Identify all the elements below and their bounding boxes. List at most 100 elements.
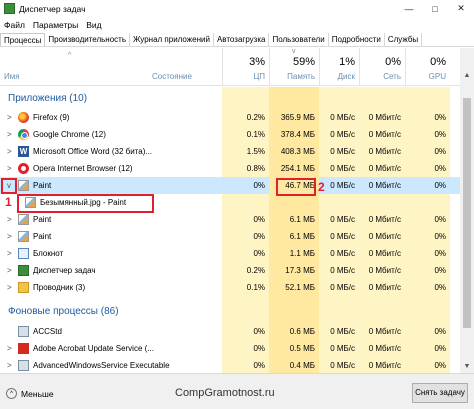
paint-icon [18, 231, 29, 242]
expand-chevron-icon[interactable]: > [7, 143, 15, 160]
table-row[interactable]: > Paint 0% 6.1 МБ 0 МБ/с 0 Мбит/с 0% [0, 211, 460, 228]
expand-chevron-icon[interactable]: > [7, 228, 15, 245]
tab-users[interactable]: Пользователи [269, 33, 329, 46]
table-row[interactable]: > W Microsoft Office Word (32 бита)... 1… [0, 143, 460, 160]
expand-chevron-icon[interactable]: > [7, 357, 15, 373]
cpu-label: ЦП [253, 72, 265, 81]
cpu-value: 0% [253, 249, 265, 258]
expand-chevron-icon[interactable]: > [7, 126, 15, 143]
table-row[interactable]: > Paint 0% 6.1 МБ 0 МБ/с 0 Мбит/с 0% [0, 228, 460, 245]
cpu-value: 0.2% [246, 266, 265, 275]
minimize-button[interactable]: — [396, 0, 422, 17]
cpu-value: 0% [253, 181, 265, 190]
disk-label: Диск [337, 72, 355, 81]
paint-icon [18, 180, 29, 191]
memory-value: 0.4 МБ [289, 361, 315, 370]
network-value: 0 Мбит/с [368, 327, 401, 336]
gpu-value: 0% [434, 147, 446, 156]
scroll-thumb[interactable] [463, 98, 471, 328]
gpu-value: 0% [434, 266, 446, 275]
process-name: AdvancedWindowsService Executable [33, 361, 170, 370]
scroll-down-arrow-icon[interactable]: ▼ [460, 363, 474, 373]
task-manager-icon [4, 3, 15, 14]
gpu-value: 0% [434, 249, 446, 258]
vertical-scrollbar[interactable]: ▲ ▼ [460, 48, 474, 373]
memory-value: 0.6 МБ [289, 327, 315, 336]
memory-value: 52.1 МБ [285, 283, 315, 292]
firefox-icon [18, 112, 29, 123]
table-row[interactable]: ACCStd 0% 0.6 МБ 0 МБ/с 0 Мбит/с 0% [0, 323, 460, 340]
word-icon: W [18, 146, 29, 157]
gpu-value: 0% [434, 232, 446, 241]
column-header-row: ^ Имя Состояние 3% ЦП v 59% Память 1% Ди… [0, 48, 460, 86]
disk-value: 0 МБ/с [330, 283, 355, 292]
tab-bar: Процессы Производительность Журнал прило… [0, 33, 474, 47]
table-row[interactable]: > AdvancedWindowsService Executable 0% 0… [0, 357, 460, 373]
column-disk[interactable]: 1% Диск [319, 48, 359, 86]
collapse-chevron-icon[interactable]: v [7, 177, 15, 194]
table-row[interactable]: > Opera Internet Browser (12) 0.8% 254.1… [0, 160, 460, 177]
cpu-value: 0.1% [246, 283, 265, 292]
annotation-label-1: 1 [5, 195, 12, 209]
process-name: Adobe Acrobat Update Service (... [33, 344, 154, 353]
cpu-value: 0% [253, 344, 265, 353]
menu-options[interactable]: Параметры [33, 20, 78, 30]
paint-icon [25, 197, 36, 208]
gpu-value: 0% [434, 361, 446, 370]
process-list: Приложения (10) > Firefox (9) 0.2% 365.9… [0, 87, 460, 373]
end-task-button[interactable]: Снять задачу [412, 383, 468, 403]
table-row[interactable]: > Firefox (9) 0.2% 365.9 МБ 0 МБ/с 0 Мби… [0, 109, 460, 126]
gpu-value: 0% [434, 215, 446, 224]
column-name[interactable]: Имя [4, 72, 20, 81]
tab-details[interactable]: Подробности [329, 33, 385, 46]
disk-value: 0 МБ/с [330, 147, 355, 156]
tab-startup[interactable]: Автозагрузка [214, 33, 270, 46]
memory-value: 1.1 МБ [289, 249, 315, 258]
column-cpu[interactable]: 3% ЦП [222, 48, 269, 86]
table-row[interactable]: > Диспетчер задач 0.2% 17.3 МБ 0 МБ/с 0 … [0, 262, 460, 279]
process-name: Paint [33, 181, 52, 190]
gpu-value: 0% [434, 344, 446, 353]
column-memory[interactable]: v 59% Память [269, 48, 319, 86]
column-network[interactable]: 0% Сеть [359, 48, 405, 86]
fewer-details-button[interactable]: ^ Меньше [6, 388, 54, 399]
expand-chevron-icon[interactable]: > [7, 279, 15, 296]
expand-chevron-icon[interactable]: > [7, 211, 15, 228]
memory-value: 0.5 МБ [289, 344, 315, 353]
expand-chevron-icon[interactable]: > [7, 262, 15, 279]
table-row-selected[interactable]: v Paint 0% 46.7 МБ 0 МБ/с 0 Мбит/с 0% [0, 177, 460, 194]
tab-processes[interactable]: Процессы [0, 33, 46, 46]
cpu-value: 0% [253, 215, 265, 224]
tab-performance[interactable]: Производительность [45, 33, 130, 46]
table-row-child[interactable]: Безымянный.jpg - Paint [0, 194, 460, 211]
memory-value: 17.3 МБ [285, 266, 315, 275]
menu-bar: Файл Параметры Вид [0, 17, 110, 32]
expand-chevron-icon[interactable]: > [7, 245, 15, 262]
menu-file[interactable]: Файл [4, 20, 25, 30]
process-name: ACCStd [33, 327, 62, 336]
opera-icon [18, 163, 29, 174]
close-button[interactable]: ✕ [448, 0, 474, 17]
column-status[interactable]: Состояние [152, 72, 192, 81]
scroll-up-arrow-icon[interactable]: ▲ [460, 72, 474, 82]
menu-view[interactable]: Вид [86, 20, 101, 30]
network-value: 0 Мбит/с [368, 232, 401, 241]
table-row[interactable]: > Проводник (3) 0.1% 52.1 МБ 0 МБ/с 0 Мб… [0, 279, 460, 296]
cpu-value: 0.1% [246, 130, 265, 139]
table-row[interactable]: > Adobe Acrobat Update Service (... 0% 0… [0, 340, 460, 357]
disk-value: 0 МБ/с [330, 130, 355, 139]
gpu-value: 0% [434, 181, 446, 190]
chrome-icon [18, 129, 29, 140]
expand-chevron-icon[interactable]: > [7, 340, 15, 357]
table-row[interactable]: > Google Chrome (12) 0.1% 378.4 МБ 0 МБ/… [0, 126, 460, 143]
tab-app-history[interactable]: Журнал приложений [130, 33, 214, 46]
column-gpu[interactable]: 0% GPU [405, 48, 450, 86]
disk-value: 0 МБ/с [330, 249, 355, 258]
tab-services[interactable]: Службы [385, 33, 423, 46]
expand-chevron-icon[interactable]: > [7, 160, 15, 177]
expand-chevron-icon[interactable]: > [7, 109, 15, 126]
table-row[interactable]: > Блокнот 0% 1.1 МБ 0 МБ/с 0 Мбит/с 0% [0, 245, 460, 262]
process-name: Paint [33, 232, 52, 241]
window-title: Диспетчер задач [19, 3, 86, 14]
maximize-button[interactable]: □ [422, 0, 448, 17]
